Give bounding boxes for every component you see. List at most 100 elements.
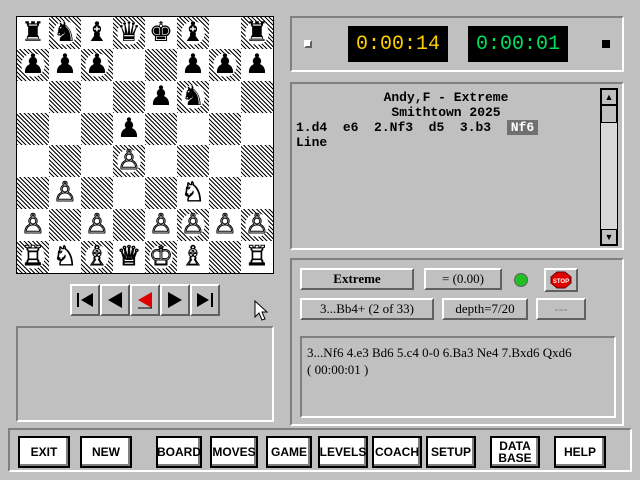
- first-move-button[interactable]: [70, 284, 100, 316]
- move[interactable]: e6: [343, 120, 359, 135]
- exit-button[interactable]: EXIT: [16, 434, 72, 470]
- last-move-button[interactable]: [190, 284, 220, 316]
- board-square[interactable]: ♟: [17, 49, 49, 81]
- move[interactable]: 3.b3: [460, 120, 491, 135]
- current-move[interactable]: Nf6: [506, 120, 539, 135]
- board-square[interactable]: ♛: [113, 17, 145, 49]
- board-square[interactable]: [81, 145, 113, 177]
- game-button[interactable]: GAME: [264, 434, 314, 470]
- stop-button[interactable]: STOP: [544, 268, 578, 292]
- board-square[interactable]: [177, 145, 209, 177]
- white-piece-icon[interactable]: ♙: [210, 209, 240, 240]
- black-piece-icon[interactable]: ♞: [178, 82, 208, 112]
- board-square[interactable]: [209, 17, 241, 49]
- board-square[interactable]: ♙: [81, 209, 113, 241]
- board-square[interactable]: ♜: [17, 17, 49, 49]
- board-button[interactable]: BOARD: [154, 434, 204, 470]
- board-square[interactable]: ♙: [209, 209, 241, 241]
- board-square[interactable]: ♞: [49, 17, 81, 49]
- board-square[interactable]: ♟: [177, 49, 209, 81]
- black-piece-icon[interactable]: ♝: [178, 18, 208, 48]
- board-square[interactable]: ♘: [177, 177, 209, 209]
- board-square[interactable]: ♝: [177, 17, 209, 49]
- chess-board[interactable]: ♜ ♞ ♝ ♛ ♚ ♝ ♜ ♟ ♟ ♟ ♟ ♟ ♟ ♟ ♞ ♟ ♙ ♙ ♘ ♙ ♙ ♙ ♙ ♙ ♙ ♖ ♘ ♗ ♕ ♔ ♗ ♖: [16, 16, 274, 274]
- board-square[interactable]: [49, 81, 81, 113]
- board-square[interactable]: ♙: [49, 177, 81, 209]
- black-piece-icon[interactable]: ♟: [242, 50, 272, 80]
- board-square[interactable]: [81, 81, 113, 113]
- board-square[interactable]: ♙: [17, 209, 49, 241]
- board-square[interactable]: ♙: [113, 145, 145, 177]
- board-square[interactable]: [241, 177, 273, 209]
- black-piece-icon[interactable]: ♞: [50, 18, 80, 48]
- board-square[interactable]: [241, 113, 273, 145]
- move[interactable]: d5: [429, 120, 445, 135]
- scroll-thumb[interactable]: [601, 105, 617, 123]
- white-piece-icon[interactable]: ♗: [82, 241, 112, 272]
- white-piece-icon[interactable]: ♙: [50, 177, 80, 208]
- coach-button[interactable]: COACH: [370, 434, 424, 470]
- new-button[interactable]: NEW: [78, 434, 134, 470]
- board-square[interactable]: [145, 113, 177, 145]
- board-square[interactable]: [177, 113, 209, 145]
- black-piece-icon[interactable]: ♝: [82, 18, 112, 48]
- white-piece-icon[interactable]: ♗: [178, 241, 208, 272]
- take-back-button[interactable]: [130, 284, 160, 316]
- white-piece-icon[interactable]: ♘: [178, 177, 208, 208]
- board-square[interactable]: [209, 113, 241, 145]
- board-square[interactable]: ♙: [145, 209, 177, 241]
- white-piece-icon[interactable]: ♙: [146, 209, 176, 240]
- black-piece-icon[interactable]: ♚: [146, 18, 176, 48]
- scroll-up-button[interactable]: ▲: [601, 89, 617, 105]
- level-display[interactable]: Extreme: [300, 268, 414, 290]
- board-square[interactable]: [113, 81, 145, 113]
- board-square[interactable]: ♜: [241, 17, 273, 49]
- previous-move-button[interactable]: [100, 284, 130, 316]
- white-piece-icon[interactable]: ♖: [242, 241, 272, 272]
- white-piece-icon[interactable]: ♙: [114, 145, 144, 176]
- setup-button[interactable]: SETUP: [424, 434, 478, 470]
- board-square[interactable]: [209, 81, 241, 113]
- notation-scrollbar[interactable]: ▲ ▼: [600, 88, 618, 246]
- board-square[interactable]: ♘: [49, 241, 81, 273]
- board-square[interactable]: [145, 145, 177, 177]
- black-piece-icon[interactable]: ♟: [178, 50, 208, 80]
- white-piece-icon[interactable]: ♕: [114, 241, 144, 272]
- board-square[interactable]: [49, 209, 81, 241]
- board-square[interactable]: [49, 145, 81, 177]
- white-piece-icon[interactable]: ♙: [242, 209, 272, 240]
- board-square[interactable]: ♔: [145, 241, 177, 273]
- white-piece-icon[interactable]: ♖: [18, 241, 48, 272]
- black-piece-icon[interactable]: ♟: [114, 114, 144, 144]
- board-square[interactable]: ♙: [177, 209, 209, 241]
- white-piece-icon[interactable]: ♙: [18, 209, 48, 240]
- board-square[interactable]: ♟: [209, 49, 241, 81]
- board-square[interactable]: ♝: [81, 17, 113, 49]
- black-piece-icon[interactable]: ♟: [82, 50, 112, 80]
- board-square[interactable]: ♟: [145, 81, 177, 113]
- board-square[interactable]: [81, 113, 113, 145]
- board-square[interactable]: ♗: [81, 241, 113, 273]
- database-button[interactable]: DATA BASE: [488, 434, 542, 470]
- board-square[interactable]: ♚: [145, 17, 177, 49]
- white-piece-icon[interactable]: ♙: [82, 209, 112, 240]
- board-square[interactable]: [17, 177, 49, 209]
- board-square[interactable]: ♙: [241, 209, 273, 241]
- board-square[interactable]: [113, 209, 145, 241]
- board-square[interactable]: ♟: [49, 49, 81, 81]
- board-square[interactable]: ♞: [177, 81, 209, 113]
- levels-button[interactable]: LEVELS: [316, 434, 370, 470]
- scroll-down-button[interactable]: ▼: [601, 229, 617, 245]
- board-square[interactable]: [209, 241, 241, 273]
- board-square[interactable]: [113, 177, 145, 209]
- board-square[interactable]: ♟: [241, 49, 273, 81]
- black-piece-icon[interactable]: ♛: [114, 18, 144, 48]
- board-square[interactable]: ♖: [241, 241, 273, 273]
- white-piece-icon[interactable]: ♔: [146, 241, 176, 272]
- move[interactable]: 1.d4: [296, 120, 327, 135]
- board-square[interactable]: ♟: [113, 113, 145, 145]
- board-square[interactable]: [17, 145, 49, 177]
- board-square[interactable]: [17, 113, 49, 145]
- board-square[interactable]: [145, 49, 177, 81]
- white-piece-icon[interactable]: ♙: [178, 209, 208, 240]
